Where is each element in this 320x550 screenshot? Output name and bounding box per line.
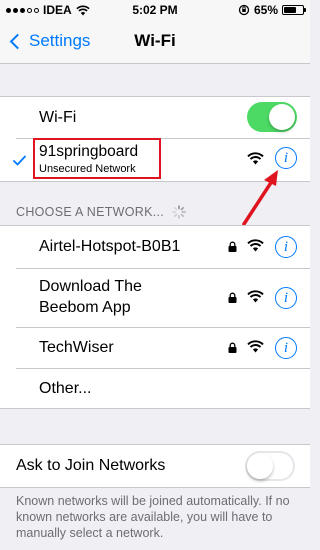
wifi-icon <box>247 239 264 252</box>
info-button[interactable]: i <box>275 337 297 359</box>
battery-percent: 65% <box>253 3 278 17</box>
wifi-label: Wi-Fi <box>39 109 77 126</box>
network-name-line2: Beebom App <box>39 299 131 316</box>
ask-join-toggle[interactable] <box>245 451 295 481</box>
wifi-icon <box>247 340 264 353</box>
page-title: Wi-Fi <box>134 31 176 50</box>
lock-icon <box>228 241 237 252</box>
loading-spinner-icon <box>172 205 186 219</box>
other-network-label: Other... <box>39 380 92 397</box>
network-name: TechWiser <box>39 339 114 356</box>
info-button[interactable]: i <box>275 236 297 258</box>
choose-network-header: CHOOSE A NETWORK... <box>16 205 186 219</box>
ask-join-group: Ask to Join Networks <box>0 444 310 488</box>
ask-join-label: Ask to Join Networks <box>16 457 166 474</box>
wifi-icon <box>247 290 264 303</box>
lock-icon <box>228 292 237 303</box>
checkmark-icon <box>13 155 26 166</box>
info-button[interactable]: i <box>275 287 297 309</box>
wifi-icon <box>247 152 264 165</box>
navigation-bar: Settings Wi-Fi <box>0 20 310 64</box>
network-row[interactable]: TechWiser i <box>0 328 310 368</box>
ask-join-footer: Known networks will be joined automatica… <box>16 494 290 540</box>
network-row[interactable]: Airtel-Hotspot-B0B1 i <box>0 226 310 268</box>
network-name-line1: Download The <box>39 278 142 295</box>
status-bar: IDEA 5:02 PM 65% <box>0 0 310 20</box>
wifi-toggle-row: Wi-Fi <box>0 97 310 139</box>
annotation-arrow-icon <box>242 170 278 226</box>
wifi-toggle[interactable] <box>247 102 297 132</box>
lock-icon <box>228 342 237 353</box>
network-row[interactable]: Download The Beebom App i <box>0 269 310 327</box>
battery-icon <box>282 5 306 15</box>
annotation-box <box>33 138 161 179</box>
networks-group: Airtel-Hotspot-B0B1 i Download The Beebo… <box>0 225 310 409</box>
network-name: Airtel-Hotspot-B0B1 <box>39 238 181 255</box>
other-network-row[interactable]: Other... <box>0 369 310 409</box>
orientation-lock-icon <box>238 4 250 16</box>
